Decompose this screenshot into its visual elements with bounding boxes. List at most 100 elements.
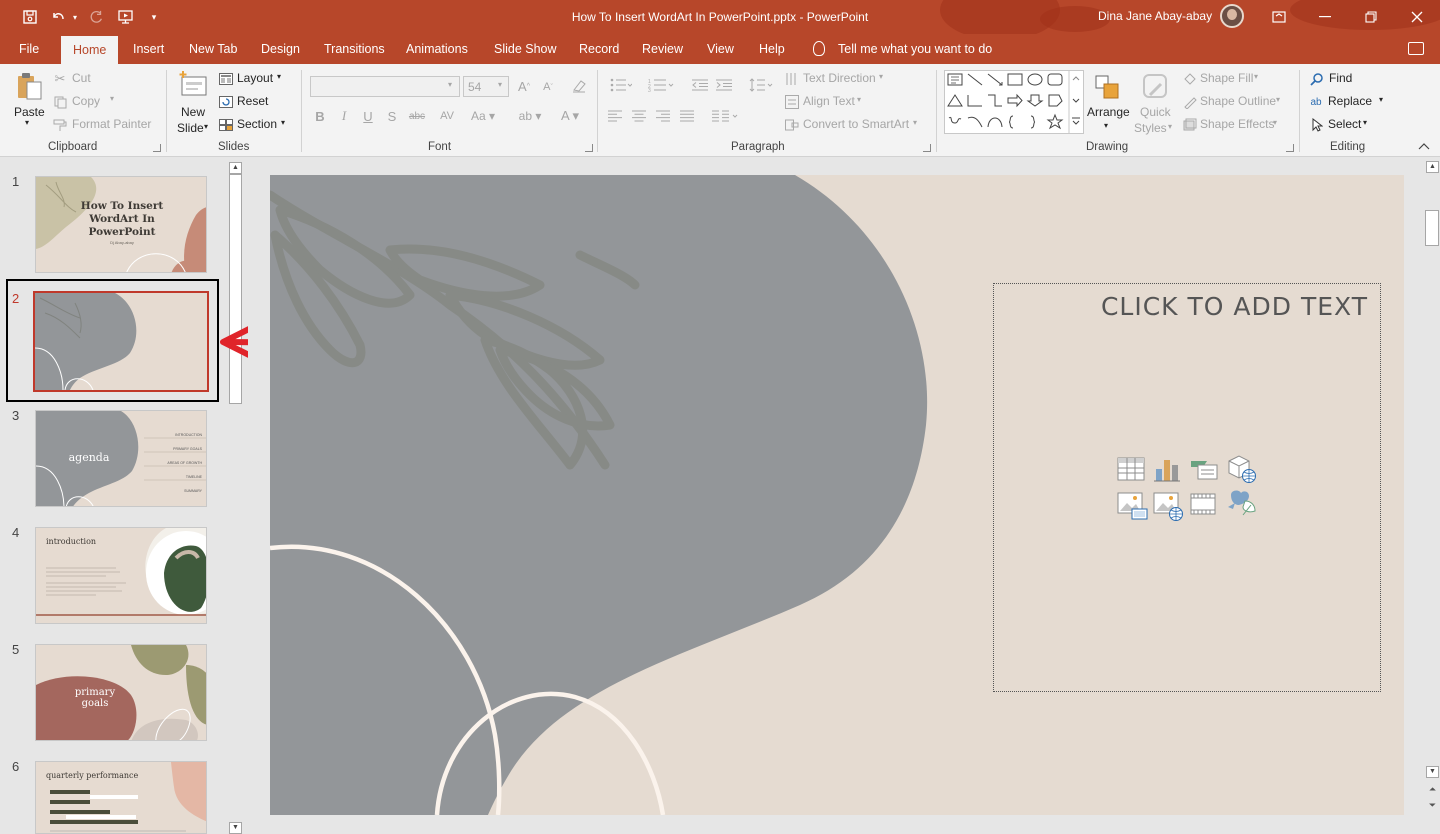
tab-home[interactable]: Home (61, 36, 119, 64)
reset-button[interactable]: Reset (237, 94, 268, 108)
strikethrough-icon[interactable]: abc (407, 108, 427, 124)
undo-icon[interactable] (48, 7, 68, 27)
numbering-icon[interactable]: 123 (644, 76, 678, 94)
tab-slide-show[interactable]: Slide Show (494, 34, 557, 64)
new-slide-icon[interactable] (176, 68, 210, 102)
paste-dropdown-icon[interactable]: ▾ (25, 118, 29, 127)
convert-smartart-button[interactable]: Convert to SmartArt (803, 117, 909, 131)
decrease-font-size-icon[interactable]: Aˇ (540, 79, 556, 95)
tab-animations[interactable]: Animations (406, 34, 468, 64)
shape-fill-icon[interactable] (1182, 71, 1198, 87)
arrange-icon[interactable] (1090, 70, 1124, 104)
tab-design[interactable]: Design (261, 34, 300, 64)
next-slide-icon[interactable]: ⏷ (1426, 798, 1439, 812)
font-size-combo[interactable]: 54 ▾ (463, 76, 509, 97)
new-slide-button[interactable]: New (181, 105, 205, 119)
insert-chart-icon[interactable] (1153, 455, 1181, 483)
scroll-down-arrow-icon[interactable]: ▼ (229, 822, 242, 834)
previous-slide-icon[interactable]: ⏶ (1426, 782, 1439, 796)
slide-scroll-thumb[interactable] (1425, 210, 1439, 246)
start-from-beginning-icon[interactable] (116, 7, 136, 27)
replace-button[interactable]: Replace (1328, 94, 1372, 108)
character-spacing-icon[interactable]: AV (435, 108, 459, 124)
slide-thumbnail-4[interactable]: introduction (35, 527, 207, 624)
arrange-dropdown-icon[interactable]: ▾ (1104, 121, 1108, 130)
text-direction-dropdown-icon[interactable]: ▾ (879, 72, 883, 81)
italic-icon[interactable]: I (336, 108, 352, 124)
align-left-icon[interactable] (606, 108, 624, 124)
shape-fill-dropdown-icon[interactable]: ▾ (1254, 72, 1258, 81)
layout-button[interactable]: Layout (237, 71, 273, 85)
clear-formatting-icon[interactable] (570, 77, 588, 95)
replace-icon[interactable]: ab (1307, 94, 1325, 110)
slide-thumbnail-5[interactable]: primary goals (35, 644, 207, 741)
paste-button[interactable]: Paste (14, 105, 45, 119)
font-launcher-icon[interactable] (585, 144, 593, 152)
clipboard-launcher-icon[interactable] (153, 144, 161, 152)
select-dropdown-icon[interactable]: ▾ (1363, 118, 1367, 127)
insert-online-pictures-icon[interactable] (1153, 490, 1185, 522)
scroll-up-arrow-icon[interactable]: ▲ (229, 162, 242, 174)
customize-qat-icon[interactable]: ▾ (148, 7, 160, 27)
scroll-down-arrow-icon[interactable]: ▼ (1426, 766, 1439, 778)
shape-effects-button[interactable]: Shape Effects (1200, 117, 1275, 131)
text-shadow-icon[interactable]: S (384, 108, 400, 124)
current-slide-canvas[interactable]: CLICK TO ADD TEXT (270, 175, 1404, 815)
copy-dropdown-icon[interactable]: ▾ (110, 94, 114, 103)
convert-smartart-dropdown-icon[interactable]: ▾ (913, 118, 917, 127)
layout-dropdown-icon[interactable]: ▾ (277, 72, 281, 81)
section-dropdown-icon[interactable]: ▾ (281, 118, 285, 127)
drawing-launcher-icon[interactable] (1286, 144, 1294, 152)
undo-dropdown-icon[interactable]: ▾ (70, 7, 80, 27)
new-slide-button-line2[interactable]: Slide (177, 121, 204, 135)
tab-file[interactable]: File (19, 34, 39, 64)
minimize-icon[interactable] (1310, 6, 1340, 28)
tell-me-search[interactable]: Tell me what you want to do (838, 42, 992, 56)
content-placeholder[interactable]: CLICK TO ADD TEXT (993, 283, 1381, 692)
tab-insert[interactable]: Insert (133, 34, 164, 64)
shape-fill-button[interactable]: Shape Fill (1200, 71, 1253, 85)
close-icon[interactable] (1402, 6, 1432, 28)
collapse-ribbon-icon[interactable] (1416, 140, 1432, 152)
tab-view[interactable]: View (707, 34, 734, 64)
align-text-icon[interactable] (784, 94, 800, 110)
comments-icon[interactable] (1408, 42, 1424, 55)
shape-outline-dropdown-icon[interactable]: ▾ (1276, 95, 1280, 104)
insert-pictures-icon[interactable] (1117, 490, 1149, 522)
slide-thumbnail-3[interactable]: agenda INTRODUCTION PRIMARY GOALS AREAS … (35, 410, 207, 507)
increase-indent-icon[interactable] (714, 76, 734, 94)
line-spacing-icon[interactable] (746, 76, 776, 94)
section-button[interactable]: Section (237, 117, 277, 131)
highlight-color-icon[interactable]: ab ▾ (513, 108, 547, 124)
bullets-icon[interactable] (606, 76, 636, 94)
align-right-icon[interactable] (654, 108, 672, 124)
insert-smartart-icon[interactable] (1189, 455, 1218, 483)
quick-styles-button[interactable]: Quick (1140, 105, 1171, 119)
underline-icon[interactable]: U (360, 108, 376, 124)
justify-icon[interactable] (678, 108, 696, 124)
redo-icon[interactable] (88, 7, 106, 27)
convert-smartart-icon[interactable] (784, 117, 800, 133)
arrange-button[interactable]: Arrange (1087, 105, 1130, 119)
select-button[interactable]: Select (1328, 117, 1361, 131)
paragraph-launcher-icon[interactable] (923, 144, 931, 152)
layout-icon[interactable] (218, 71, 234, 87)
copy-icon[interactable] (52, 94, 68, 110)
avatar[interactable] (1220, 4, 1244, 28)
find-icon[interactable] (1309, 71, 1325, 87)
insert-icons-icon[interactable] (1225, 487, 1257, 519)
find-button[interactable]: Find (1329, 71, 1352, 85)
format-painter-button[interactable]: Format Painter (72, 117, 151, 131)
quick-styles-dropdown-icon[interactable]: ▾ (1168, 122, 1172, 131)
bold-icon[interactable]: B (312, 108, 328, 124)
save-icon[interactable] (20, 7, 40, 27)
user-name[interactable]: Dina Jane Abay-abay (1098, 9, 1212, 23)
slide-thumbnail-1[interactable]: How To Insert WordArt In PowerPoint Dj A… (35, 176, 207, 273)
insert-3d-model-icon[interactable] (1225, 452, 1257, 484)
tab-record[interactable]: Record (579, 34, 619, 64)
slide-thumbnail-6[interactable]: quarterly performance (35, 761, 207, 834)
tab-review[interactable]: Review (642, 34, 683, 64)
insert-video-icon[interactable] (1189, 490, 1217, 518)
align-text-button[interactable]: Align Text (803, 94, 855, 108)
font-size-dropdown-icon[interactable]: ▾ (498, 80, 502, 89)
